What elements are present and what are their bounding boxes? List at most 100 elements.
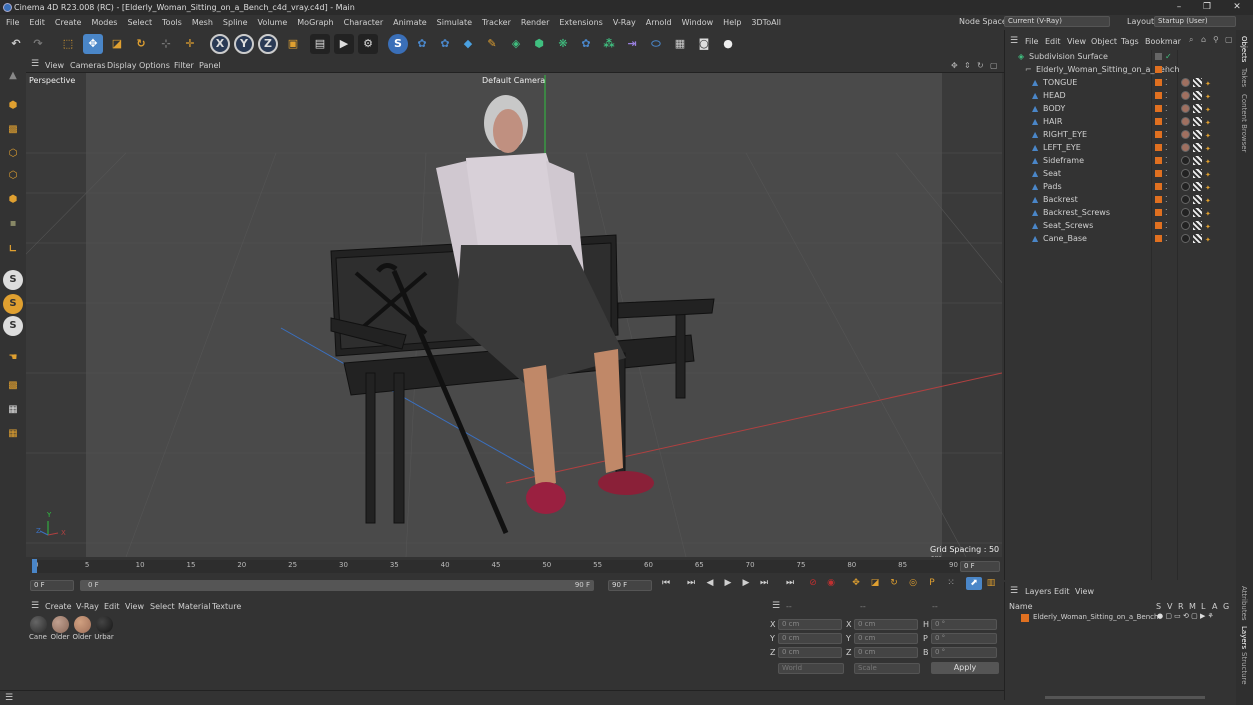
menu-3dtoall[interactable]: 3DToAll	[751, 18, 781, 27]
tab-content-browser[interactable]: Content Browser	[1240, 94, 1248, 152]
objects-up-icon[interactable]: ⌂	[1201, 35, 1206, 44]
rotation-p-field[interactable]: 0 °	[931, 633, 997, 644]
objects-menu-file[interactable]: File	[1025, 37, 1038, 46]
objects-filter-icon[interactable]: ⚲	[1213, 35, 1219, 44]
menu-simulate[interactable]: Simulate	[437, 18, 472, 27]
last-key-icon[interactable]: ⏭	[782, 577, 798, 590]
material-tag-icon[interactable]	[1181, 104, 1190, 113]
layer-color-tag[interactable]	[1155, 118, 1162, 125]
step-back-icon[interactable]: ◀	[702, 577, 718, 590]
material-tag-icon[interactable]	[1181, 91, 1190, 100]
timeline-settings-icon[interactable]: ▥	[984, 577, 998, 590]
cube-primitive-icon[interactable]: ◆	[458, 34, 478, 54]
range-slider[interactable]: 0 F 90 F	[80, 580, 594, 591]
material-tag-icon[interactable]	[1181, 221, 1190, 230]
transform-tool-icon[interactable]: ✛	[180, 34, 200, 54]
layer-color-tag[interactable]	[1155, 196, 1162, 203]
material-menu-vray[interactable]: V-Ray	[76, 602, 99, 611]
maximize-button[interactable]: ❐	[1194, 0, 1220, 15]
material-menu-create[interactable]: Create	[45, 602, 72, 611]
visibility-toggle[interactable]	[1155, 53, 1162, 60]
visibility-dots-icon[interactable]: ⁚	[1165, 219, 1168, 232]
visibility-dots-icon[interactable]: ⁚	[1165, 167, 1168, 180]
menu-select[interactable]: Select	[127, 18, 152, 27]
object-row[interactable]: ▲ Backrest_Screws ⁚ ✦	[1005, 206, 1237, 219]
minimize-button[interactable]: –	[1166, 0, 1192, 15]
scale-tool-icon[interactable]: ◪	[107, 34, 127, 54]
material-menu-edit[interactable]: Edit	[104, 602, 120, 611]
tab-takes[interactable]: Takes	[1240, 68, 1248, 87]
layer-toggles-icon[interactable]: ● ▢ ▭ ⟲ ▢ ▶ ⚘	[1157, 612, 1214, 620]
extrude-icon[interactable]: ⬢	[529, 34, 549, 54]
objects-menu-object[interactable]: Object	[1091, 37, 1117, 46]
status-hamburger-icon[interactable]: ☰	[5, 693, 13, 703]
viewport-menu-filter[interactable]: Filter	[174, 61, 194, 70]
grid-snap-icon[interactable]: ▦	[3, 424, 23, 444]
material-menu-material[interactable]: Material	[178, 602, 211, 611]
field-icon[interactable]: ⇥	[622, 34, 642, 54]
go-to-end-icon[interactable]: ⏭	[756, 577, 772, 590]
objects-menu-edit[interactable]: Edit	[1045, 37, 1061, 46]
mograph-icon[interactable]: ⁂	[599, 34, 619, 54]
prev-key-icon[interactable]: ⏭	[683, 577, 699, 590]
tab-layers[interactable]: Layers	[1240, 626, 1248, 649]
object-row[interactable]: ▲ Backrest ⁚ ✦	[1005, 193, 1237, 206]
menu-window[interactable]: Window	[682, 18, 714, 27]
uvw-tag-icon[interactable]	[1193, 221, 1202, 230]
snap-icon-3[interactable]: S	[3, 316, 23, 336]
visibility-dots-icon[interactable]: ⁚	[1165, 232, 1168, 245]
object-row[interactable]: ▲ RIGHT_EYE ⁚ ✦	[1005, 128, 1237, 141]
position-x-field[interactable]: 0 cm	[778, 619, 842, 630]
layer-color-tag[interactable]	[1155, 79, 1162, 86]
camera-icon[interactable]: ◙	[694, 34, 714, 54]
position-y-field[interactable]: 0 cm	[778, 633, 842, 644]
cloner-icon[interactable]: ❋	[553, 34, 573, 54]
node-space-select[interactable]: Current (V-Ray)	[1004, 16, 1110, 27]
uvw-tag-icon[interactable]	[1193, 156, 1202, 165]
coordinate-system-icon[interactable]: ▣	[283, 34, 303, 54]
material-tag-icon[interactable]	[1181, 78, 1190, 87]
object-row[interactable]: ▲ Seat_Screws ⁚ ✦	[1005, 219, 1237, 232]
3d-viewport[interactable]: Perspective Default Camera Grid Spacing …	[26, 73, 1002, 557]
position-z-field[interactable]: 0 cm	[778, 647, 842, 658]
layer-color-tag[interactable]	[1155, 92, 1162, 99]
redo-icon[interactable]: ↷	[28, 34, 48, 54]
current-frame-field[interactable]: 0 F	[960, 561, 1000, 572]
material-slot[interactable]: Older	[50, 616, 70, 644]
layers-scrollbar[interactable]	[1045, 696, 1205, 699]
viewport-menu-view[interactable]: View	[45, 61, 64, 70]
start-frame-field[interactable]: 0 F	[30, 580, 74, 591]
python-icon-2[interactable]: ✿	[435, 34, 455, 54]
uvw-tag-icon[interactable]	[1193, 78, 1202, 87]
viewport-menu-display[interactable]: Display	[107, 61, 137, 70]
python-icon-1[interactable]: ✿	[412, 34, 432, 54]
layer-row[interactable]: Elderly_Woman_Sitting_on_a_Bench ● ▢ ▭ ⟲…	[1005, 612, 1237, 624]
uvw-tag-icon[interactable]	[1193, 169, 1202, 178]
object-row[interactable]: ▲ TONGUE ⁚ ✦	[1005, 76, 1237, 89]
layer-color-tag[interactable]	[1155, 157, 1162, 164]
menu-modes[interactable]: Modes	[91, 18, 117, 27]
coord-mode-world-select[interactable]: World	[778, 663, 844, 674]
objects-new-window-icon[interactable]: ▢	[1225, 35, 1233, 44]
viewport-layout-icon[interactable]: ▢	[990, 61, 998, 70]
uvw-tag-icon[interactable]	[1193, 130, 1202, 139]
menu-tools[interactable]: Tools	[162, 18, 182, 27]
motion-tracker-icon[interactable]: ⬈	[966, 577, 982, 590]
material-tag-icon[interactable]	[1181, 195, 1190, 204]
objects-hamburger-icon[interactable]: ☰	[1010, 36, 1018, 46]
texture-mode-icon[interactable]: ▩	[3, 120, 23, 140]
playhead[interactable]	[32, 559, 37, 573]
layer-color-tag[interactable]	[1155, 209, 1162, 216]
material-tag-icon[interactable]	[1181, 234, 1190, 243]
object-row[interactable]: ▲ HAIR ⁚ ✦	[1005, 115, 1237, 128]
end-frame-field[interactable]: 90 F	[608, 580, 652, 591]
pen-spline-icon[interactable]: ✎	[482, 34, 502, 54]
layer-color-swatch[interactable]	[1021, 614, 1029, 622]
visibility-dots-icon[interactable]: ⁚	[1165, 63, 1168, 76]
menu-animate[interactable]: Animate	[393, 18, 427, 27]
apply-button[interactable]: Apply	[931, 662, 999, 674]
material-tag-icon[interactable]	[1181, 156, 1190, 165]
viewport-move-icon[interactable]: ✥	[951, 61, 958, 70]
object-row-root[interactable]: ◈ Subdivision Surface ✓	[1005, 50, 1237, 63]
enabled-check-icon[interactable]: ✓	[1165, 50, 1172, 63]
